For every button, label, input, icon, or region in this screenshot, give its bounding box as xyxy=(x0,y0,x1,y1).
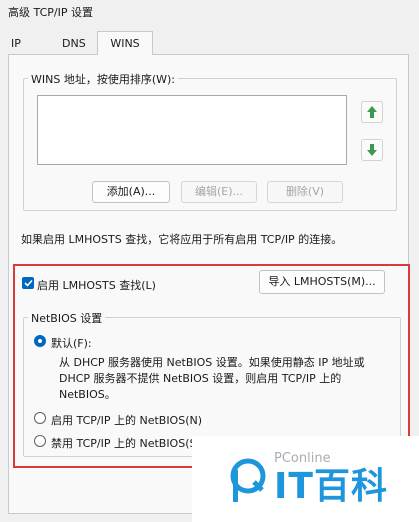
edit-wins-button[interactable]: 编辑(E)... xyxy=(181,181,257,203)
wins-address-group-label: WINS 地址，按使用排序(W): xyxy=(28,71,178,87)
netbios-default-description-1: 从 DHCP 服务器使用 NetBIOS 设置。如果使用静态 IP 地址或 xyxy=(59,356,365,369)
add-wins-button[interactable]: 添加(A)... xyxy=(92,181,170,203)
window-title: 高级 TCP/IP 设置 xyxy=(8,6,93,19)
wins-address-list[interactable] xyxy=(37,95,347,165)
move-up-button[interactable] xyxy=(361,101,383,123)
netbios-default-description-3: NetBIOS。 xyxy=(59,388,116,401)
arrow-down-icon xyxy=(367,144,377,156)
import-lmhosts-button[interactable]: 导入 LMHOSTS(M)... xyxy=(259,270,385,294)
netbios-enable-radio[interactable] xyxy=(34,412,46,424)
netbios-default-radio[interactable] xyxy=(34,335,46,347)
tab-dns[interactable]: DNS xyxy=(59,34,89,54)
netbios-disable-label[interactable]: 禁用 TCP/IP 上的 NetBIOS(S) xyxy=(51,435,201,451)
netbios-enable-label[interactable]: 启用 TCP/IP 上的 NetBIOS(N) xyxy=(51,412,202,428)
watermark-text: PConline IT百科 xyxy=(274,452,388,508)
arrow-up-icon xyxy=(367,106,377,118)
check-icon xyxy=(23,279,33,287)
netbios-disable-radio[interactable] xyxy=(34,435,46,447)
enable-lmhosts-checkbox[interactable] xyxy=(22,277,34,289)
enable-lmhosts-label[interactable]: 启用 LMHOSTS 查找(L) xyxy=(37,277,156,293)
watermark-cn-text: IT百科 xyxy=(274,466,388,507)
remove-wins-button[interactable]: 删除(V) xyxy=(267,181,343,203)
lmhosts-info-text: 如果启用 LMHOSTS 查找，它将应用于所有启用 TCP/IP 的连接。 xyxy=(21,233,343,246)
tab-wins[interactable]: WINS xyxy=(97,31,153,55)
move-down-button[interactable] xyxy=(361,139,383,161)
netbios-default-description-2: DHCP 服务器不提供 NetBIOS 设置，则启用 TCP/IP 上的 xyxy=(59,372,342,385)
watermark-brand: PConline xyxy=(274,451,331,466)
netbios-group-label: NetBIOS 设置 xyxy=(28,310,106,326)
netbios-default-label[interactable]: 默认(F): xyxy=(51,335,92,351)
watermark: PConline IT百科 xyxy=(228,452,388,508)
tab-ip-settings[interactable]: IP 设置 xyxy=(8,34,25,90)
pconline-logo-icon xyxy=(230,458,266,502)
